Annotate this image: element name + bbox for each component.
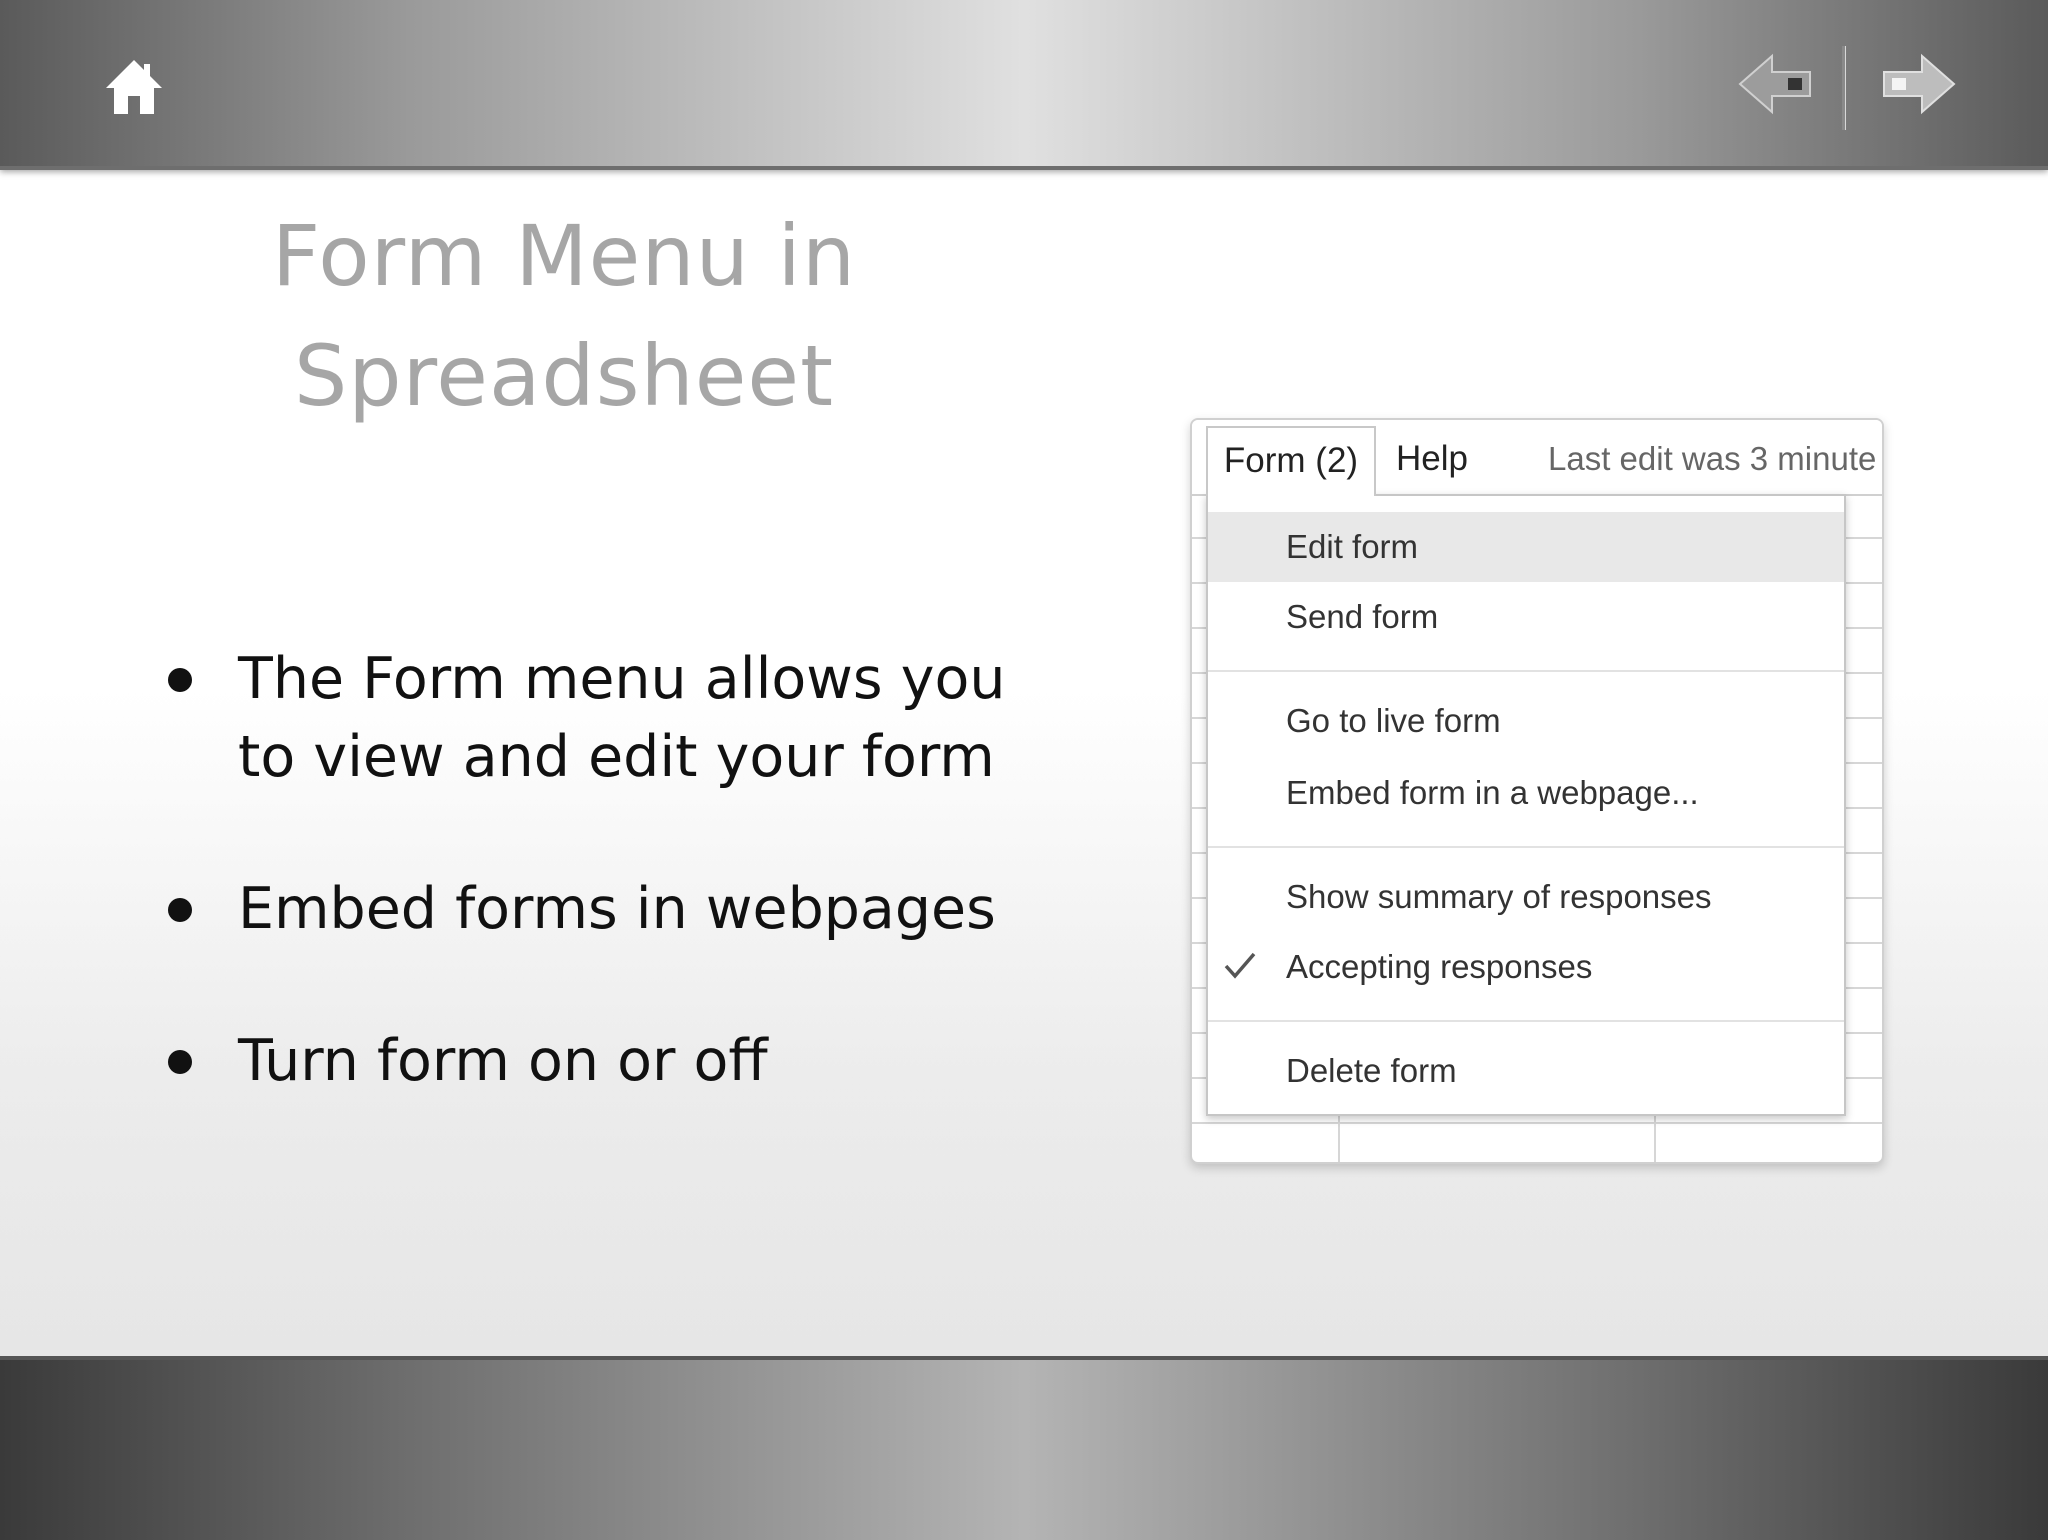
menu-item-accepting-responses[interactable]: Accepting responses [1208, 932, 1844, 1002]
nav-divider [1842, 46, 1845, 130]
bullet-text-line: The Form menu allows you [238, 646, 1006, 712]
menu-item-label: Send form [1286, 598, 1439, 635]
bullet-text-line: Turn form on or off [238, 1028, 768, 1094]
menu-item-send-form[interactable]: Send form [1208, 582, 1844, 652]
bullet-dot [168, 898, 192, 922]
home-icon[interactable] [104, 58, 164, 116]
menu-item-delete-form[interactable]: Delete form [1208, 1036, 1844, 1106]
arrow-left-icon[interactable] [1738, 52, 1812, 116]
menu-item-label: Go to live form [1286, 702, 1501, 739]
menu-item-edit-form[interactable]: Edit form [1208, 512, 1844, 582]
bullet-dot [168, 1050, 192, 1074]
arrow-right-icon[interactable] [1882, 52, 1956, 116]
form-dropdown-menu: Edit form Send form Go to live form Embe… [1206, 494, 1846, 1116]
menu-item-show-summary[interactable]: Show summary of responses [1208, 862, 1844, 932]
slide-title-line-2: Spreadsheet [293, 327, 835, 425]
menu-item-label: Delete form [1286, 1052, 1457, 1089]
menu-item-label: Edit form [1286, 528, 1419, 565]
menu-separator [1208, 846, 1844, 848]
last-edit-status[interactable]: Last edit was 3 minute [1548, 426, 1876, 494]
menu-item-embed-form[interactable]: Embed form in a webpage... [1208, 758, 1844, 828]
menu-item-label: Accepting responses [1286, 948, 1593, 985]
menu-item-label: Show summary of responses [1286, 878, 1712, 915]
menu-separator [1208, 1020, 1844, 1022]
menu-item-go-to-live-form[interactable]: Go to live form [1208, 686, 1844, 756]
slide-title: Form Menu in Spreadsheet [220, 196, 908, 436]
form-menu-screenshot: Form (2) Help Last edit was 3 minute Edi… [1190, 418, 1884, 1164]
slide-title-line-1: Form Menu in [271, 207, 857, 305]
bullet-text-line: to view and edit your form [238, 724, 995, 790]
menu-item-label: Embed form in a webpage... [1286, 774, 1699, 811]
checkmark-icon [1224, 952, 1256, 979]
bullet-dot [168, 668, 192, 692]
top-toolbar [0, 0, 2048, 170]
menu-separator [1208, 670, 1844, 672]
menu-help[interactable]: Help [1396, 426, 1468, 494]
menu-form[interactable]: Form (2) [1206, 426, 1376, 496]
spreadsheet-menubar: Form (2) Help Last edit was 3 minute [1192, 420, 1882, 496]
bullet-text-line: Embed forms in webpages [238, 876, 996, 942]
bottom-bar [0, 1356, 2048, 1540]
